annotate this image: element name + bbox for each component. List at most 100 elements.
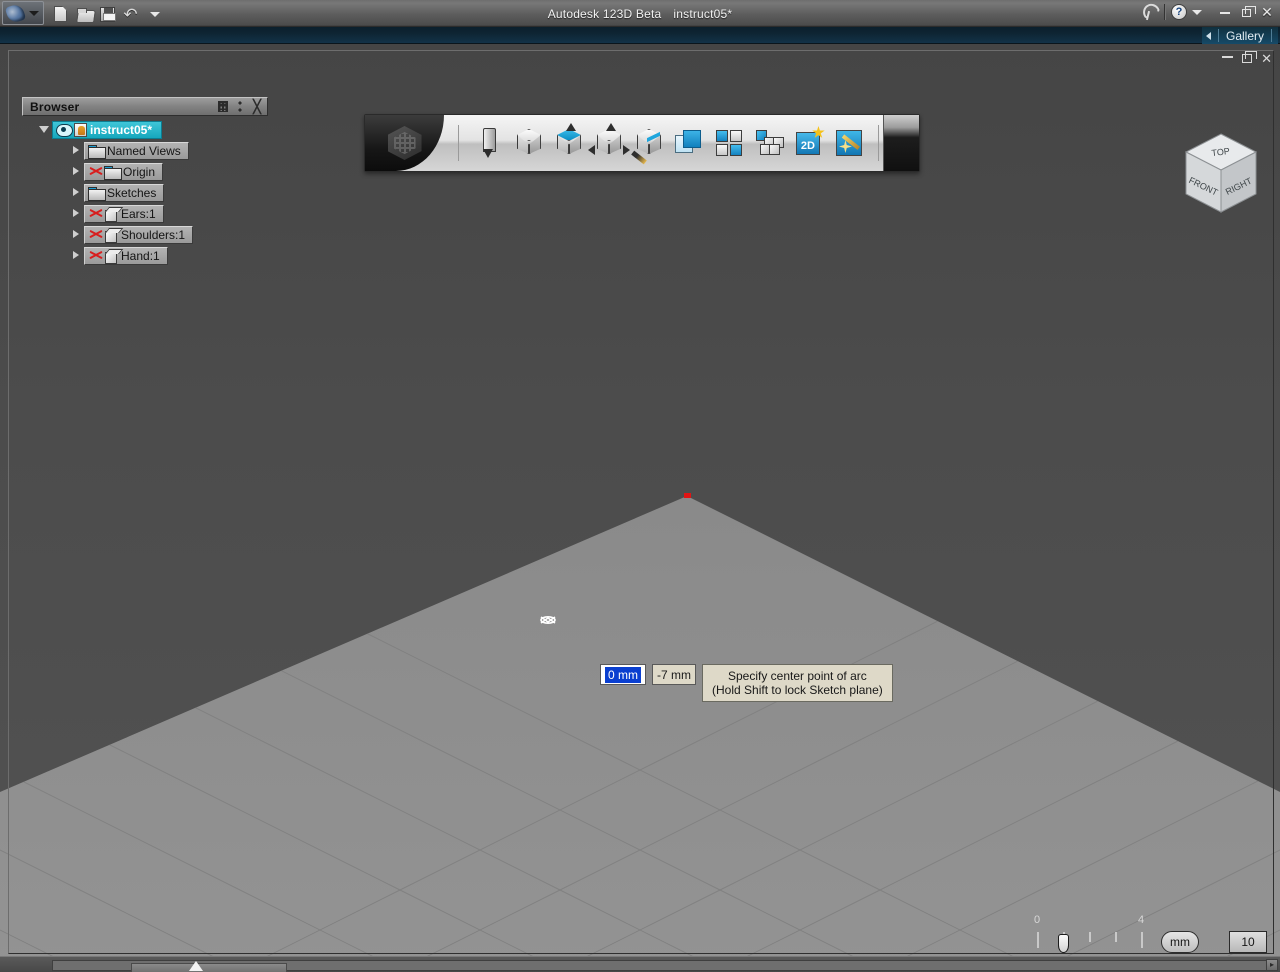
left-triangle-icon[interactable] — [1205, 31, 1211, 40]
gallery-label[interactable]: Gallery — [1226, 29, 1264, 43]
ruler-label-0: 0 — [1034, 914, 1041, 926]
y-coordinate-input[interactable]: -7 mm — [652, 664, 696, 685]
app-logo-button[interactable] — [2, 1, 44, 25]
pattern-tool-button[interactable] — [710, 122, 748, 164]
satellite-dish-icon[interactable] — [1140, 3, 1158, 21]
folder-icon — [88, 144, 106, 159]
toolbar-collapse-panel[interactable] — [882, 115, 919, 171]
toolbar-logo-button[interactable] — [365, 115, 445, 171]
help-question-icon[interactable]: ? — [1171, 4, 1187, 20]
window-title: Autodesk 123D Beta instruct05* — [0, 0, 1280, 27]
tree-chip-shoulders[interactable]: Shoulders:1 — [84, 225, 194, 244]
timeline-marker-icon[interactable] — [189, 961, 203, 971]
tooltip-line-1: Specify center point of arc — [728, 669, 867, 683]
gallery-controls[interactable]: Gallery — [1201, 27, 1278, 44]
assemble-cubes-icon — [754, 130, 784, 156]
assemble-tool-button[interactable] — [750, 122, 788, 164]
expander-down-icon[interactable] — [36, 125, 52, 135]
new-document-button[interactable] — [50, 4, 71, 24]
tree-item-sketches[interactable]: Sketches — [22, 182, 268, 203]
expander-right-icon[interactable] — [68, 250, 84, 261]
title-app-name: Autodesk 123D Beta — [547, 6, 662, 21]
timeline-bar[interactable]: ▸ — [0, 956, 1280, 972]
quick-access-more-button[interactable] — [144, 4, 165, 24]
tree-label-named-views: Named Views — [107, 143, 181, 158]
main-toolbar: 2D — [364, 114, 920, 172]
timeline-track[interactable] — [52, 960, 1268, 972]
ruler-tick — [1115, 932, 1117, 942]
document-minimize-button[interactable] — [1222, 56, 1234, 58]
modify-tool-button[interactable] — [587, 122, 630, 164]
hidden-x-icon[interactable] — [88, 207, 103, 220]
panel-dots-icon[interactable] — [232, 99, 248, 114]
timeline-end-icon[interactable]: ▸ — [1266, 959, 1278, 971]
tree-item-root[interactable]: instruct05* — [22, 119, 268, 140]
document-restore-button[interactable] — [1242, 51, 1258, 63]
hidden-x-icon[interactable] — [88, 249, 103, 262]
tree-item-origin[interactable]: Origin — [22, 161, 268, 182]
cube-logo-icon — [387, 126, 422, 160]
x-coordinate-input[interactable]: 0 mm — [600, 664, 646, 685]
cube-icon — [104, 249, 118, 264]
restore-button[interactable] — [1237, 4, 1256, 20]
open-button[interactable] — [74, 4, 95, 24]
tree-chip-origin[interactable]: Origin — [84, 162, 164, 181]
modify-transform-icon — [587, 123, 630, 157]
undo-button[interactable]: ↶ — [120, 4, 141, 24]
ruler-tick — [1141, 932, 1143, 948]
browser-panel: Browser ╳ instruct05* Named Views Origin… — [22, 97, 268, 266]
magic-wand-icon — [835, 130, 862, 156]
tree-chip-root[interactable]: instruct05* — [52, 120, 163, 139]
close-button[interactable]: ✕ — [1258, 4, 1276, 21]
panel-grid-icon[interactable] — [215, 99, 231, 114]
divider — [877, 125, 879, 161]
timeline-thumb[interactable] — [131, 963, 287, 972]
tree-chip-sketches[interactable]: Sketches — [84, 183, 165, 202]
undo-arrow-icon: ↶ — [123, 4, 138, 24]
arc-sketch-cursor-icon — [540, 616, 556, 625]
expander-right-icon[interactable] — [68, 187, 84, 198]
sketch-on-face-tool-button[interactable] — [630, 122, 668, 165]
tree-chip-named-views[interactable]: Named Views — [84, 141, 189, 160]
tree-chip-ears[interactable]: Ears:1 — [84, 204, 164, 223]
sketch-pencil-icon — [483, 128, 497, 158]
tree-item-ears[interactable]: Ears:1 — [22, 203, 268, 224]
tree-label-root: instruct05* — [90, 122, 153, 137]
tree-item-shoulders[interactable]: Shoulders:1 — [22, 224, 268, 245]
expander-right-icon[interactable] — [68, 208, 84, 219]
browser-header: Browser ╳ — [22, 97, 268, 116]
cube-icon — [104, 228, 118, 243]
document-close-button[interactable]: ✕ — [1261, 52, 1272, 65]
sketch-tool-button[interactable] — [470, 122, 508, 164]
grid-extent-field[interactable]: 10 — [1229, 931, 1267, 953]
view-cube[interactable]: TOP FRONT RIGHT — [1182, 132, 1260, 222]
units-button[interactable]: mm — [1161, 931, 1199, 953]
browser-tree: instruct05* Named Views Origin Sketches … — [22, 116, 268, 266]
smart-tool-button[interactable] — [830, 122, 868, 164]
hidden-x-icon[interactable] — [88, 228, 103, 241]
ruler-tick — [1089, 932, 1091, 942]
ruler-slider-handle[interactable] — [1058, 934, 1069, 953]
tree-label-hand: Hand:1 — [121, 248, 160, 263]
primitives-tool-button[interactable] — [510, 122, 548, 164]
tree-item-named-views[interactable]: Named Views — [22, 140, 268, 161]
expander-right-icon[interactable] — [68, 229, 84, 240]
tree-item-hand[interactable]: Hand:1 — [22, 245, 268, 266]
2d-drawing-tool-button[interactable]: 2D — [790, 122, 828, 164]
primitive-cube-icon — [515, 129, 543, 157]
expander-right-icon[interactable] — [68, 145, 84, 156]
save-button[interactable] — [97, 4, 118, 24]
hidden-x-icon[interactable] — [88, 165, 103, 178]
eye-icon[interactable] — [56, 124, 73, 137]
combine-tool-button[interactable] — [670, 122, 708, 164]
tree-chip-hand[interactable]: Hand:1 — [84, 246, 168, 265]
construct-tool-button[interactable] — [550, 122, 588, 164]
title-bar: ↶ Autodesk 123D Beta instruct05* ? ✕ — [0, 0, 1280, 27]
panel-close-icon[interactable]: ╳ — [249, 99, 265, 114]
new-document-icon — [54, 6, 67, 22]
expander-right-icon[interactable] — [68, 166, 84, 177]
minimize-button[interactable] — [1216, 4, 1234, 20]
chevron-down-icon[interactable] — [1192, 9, 1202, 15]
viewport-canvas[interactable]: ✕ Browser ╳ instruct05* Named Views Orig… — [0, 44, 1280, 972]
tree-label-sketches: Sketches — [107, 185, 157, 200]
